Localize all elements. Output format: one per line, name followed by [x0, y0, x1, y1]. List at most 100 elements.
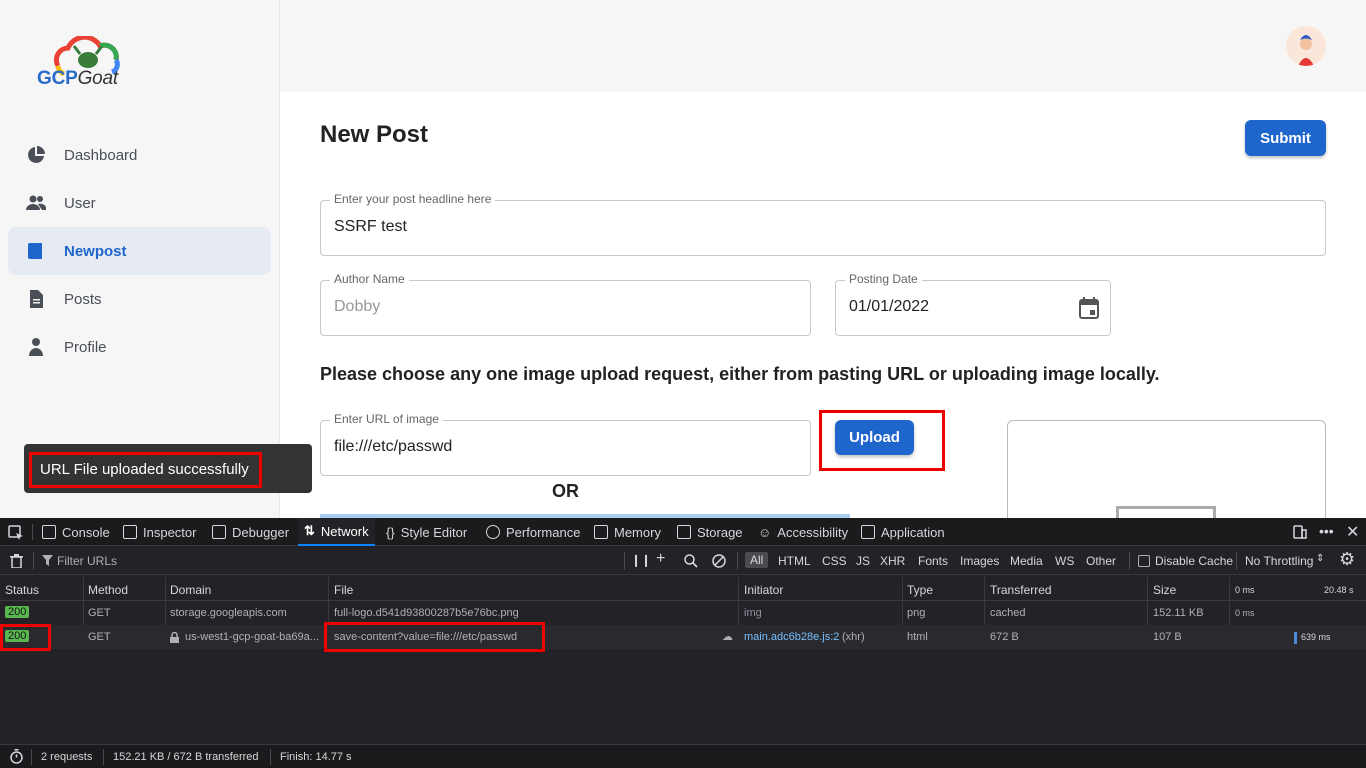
- transfer-summary: 152.21 KB / 672 B transferred: [113, 751, 259, 763]
- app-window: GCPGoat Dashboard User Newpost Posts Pro…: [0, 0, 1366, 518]
- tab-memory[interactable]: Memory: [594, 518, 661, 546]
- image-url-field[interactable]: Enter URL of image file:///etc/passwd: [320, 412, 811, 476]
- col-domain[interactable]: Domain: [170, 583, 211, 597]
- trash-icon[interactable]: [10, 554, 23, 568]
- console-icon: [42, 525, 56, 539]
- row-method: GET: [88, 607, 111, 619]
- highlight-upload-button: [819, 410, 945, 471]
- author-name-field[interactable]: Author Name Dobby: [320, 272, 811, 336]
- filter-images[interactable]: Images: [960, 554, 999, 568]
- tab-inspector[interactable]: Inspector: [123, 518, 196, 546]
- close-icon[interactable]: ✕: [1346, 522, 1359, 542]
- sidebar-item-label: Newpost: [64, 242, 127, 260]
- gauge-icon: [486, 525, 500, 539]
- row-method: GET: [88, 631, 111, 643]
- col-initiator[interactable]: Initiator: [744, 583, 783, 597]
- filter-html[interactable]: HTML: [778, 554, 811, 568]
- author-name-label: Author Name: [330, 272, 409, 286]
- tab-application[interactable]: Application: [861, 518, 945, 546]
- col-timeline-end: 20.48 s: [1324, 585, 1354, 595]
- avatar[interactable]: [1286, 26, 1326, 66]
- tab-network[interactable]: ⇅ Network: [298, 518, 375, 546]
- filter-icon: [42, 555, 53, 566]
- col-timeline-start: 0 ms: [1235, 585, 1255, 595]
- sidebar-item-posts[interactable]: Posts: [8, 275, 271, 323]
- accessibility-icon: ☺: [758, 524, 772, 540]
- table-row[interactable]: 200 GET storage.googleapis.com full-logo…: [0, 601, 1366, 625]
- grid-icon: [861, 525, 875, 539]
- devtools-panel: Console Inspector Debugger ⇅ Network {} St…: [0, 518, 1366, 768]
- col-file[interactable]: File: [334, 583, 353, 597]
- tab-style-editor[interactable]: {} Style Editor: [386, 518, 467, 546]
- pause-icon[interactable]: ❙❙: [631, 553, 651, 567]
- throttling-select[interactable]: No Throttling: [1245, 554, 1313, 568]
- filter-all[interactable]: All: [745, 552, 769, 568]
- row-transferred: 672 B: [990, 631, 1019, 643]
- headline-field[interactable]: Enter your post headline here SSRF test: [320, 192, 1326, 256]
- filter-xhr[interactable]: XHR: [880, 554, 905, 568]
- col-status[interactable]: Status: [5, 583, 39, 597]
- tab-storage[interactable]: Storage: [677, 518, 743, 546]
- responsive-design-icon[interactable]: [1293, 525, 1307, 539]
- network-status-bar: 2 requests 152.21 KB / 672 B transferred…: [0, 744, 1366, 768]
- row-timing: 0 ms: [1235, 608, 1255, 618]
- col-type[interactable]: Type: [907, 583, 933, 597]
- storage-icon: [677, 525, 691, 539]
- search-icon[interactable]: [684, 554, 698, 568]
- filter-css[interactable]: CSS: [822, 554, 847, 568]
- disable-cache-checkbox[interactable]: [1138, 555, 1150, 567]
- filter-other[interactable]: Other: [1086, 554, 1116, 568]
- posting-date-label: Posting Date: [845, 272, 922, 286]
- calendar-icon[interactable]: [1079, 297, 1099, 319]
- filter-js[interactable]: JS: [856, 554, 870, 568]
- col-method[interactable]: Method: [88, 583, 128, 597]
- page-title: New Post: [320, 121, 429, 148]
- gear-icon[interactable]: ⚙: [1339, 549, 1355, 570]
- tab-debugger[interactable]: Debugger: [212, 518, 289, 546]
- network-filter-bar: Filter URLs ❙❙ + All HTML CSS JS XHR Fon…: [0, 547, 1366, 575]
- image-preview-placeholder: [1116, 506, 1216, 518]
- sidebar-item-dashboard[interactable]: Dashboard: [8, 131, 271, 179]
- row-type: html: [907, 631, 928, 643]
- users-icon: [26, 195, 46, 210]
- col-size[interactable]: Size: [1153, 583, 1176, 597]
- row-initiator-cause: (xhr): [842, 631, 865, 643]
- tab-accessibility[interactable]: ☺ Accessibility: [758, 518, 848, 546]
- block-icon[interactable]: [712, 554, 726, 568]
- row-domain: storage.googleapis.com: [170, 607, 287, 619]
- row-size: 152.11 KB: [1153, 607, 1204, 619]
- sidebar-item-label: User: [64, 194, 96, 212]
- posting-date-field[interactable]: Posting Date 01/01/2022: [835, 272, 1111, 336]
- chevron-updown-icon: ⇕: [1316, 553, 1325, 564]
- sidebar-item-newpost[interactable]: Newpost: [8, 227, 271, 275]
- disable-cache-label: Disable Cache: [1155, 554, 1234, 568]
- filter-fonts[interactable]: Fonts: [918, 554, 948, 568]
- request-count: 2 requests: [41, 751, 93, 763]
- author-name-value: Dobby: [334, 298, 381, 315]
- sidebar-item-profile[interactable]: Profile: [8, 323, 271, 371]
- headline-value: SSRF test: [334, 218, 407, 235]
- upload-instructions: Please choose any one image upload reque…: [320, 364, 1160, 384]
- filter-urls-input[interactable]: Filter URLs: [57, 554, 117, 568]
- plus-icon[interactable]: +: [656, 550, 665, 568]
- document-icon: [30, 290, 43, 308]
- filter-ws[interactable]: WS: [1055, 554, 1074, 568]
- filter-media[interactable]: Media: [1010, 554, 1043, 568]
- stopwatch-icon[interactable]: [9, 749, 24, 764]
- sidebar-item-label: Profile: [64, 338, 107, 356]
- tab-performance[interactable]: Performance: [486, 518, 580, 546]
- element-picker-icon[interactable]: [8, 525, 24, 541]
- row-initiator-link[interactable]: main.adc6b28e.js:2: [744, 631, 839, 643]
- top-bar: [280, 0, 1366, 92]
- table-row[interactable]: 200 GET us-west1-gcp-goat-ba69a... save-…: [0, 625, 1366, 649]
- headline-label: Enter your post headline here: [330, 192, 496, 206]
- lock-icon: [170, 632, 179, 643]
- row-transferred: cached: [990, 607, 1026, 619]
- timeline-bar: [1294, 632, 1297, 644]
- col-transferred[interactable]: Transferred: [990, 583, 1052, 597]
- sidebar-item-user[interactable]: User: [8, 179, 271, 227]
- more-options-icon[interactable]: •••: [1319, 523, 1334, 539]
- devtools-toolbar: Console Inspector Debugger ⇅ Network {} St…: [0, 518, 1366, 546]
- submit-button[interactable]: Submit: [1245, 120, 1326, 156]
- tab-console[interactable]: Console: [42, 518, 110, 546]
